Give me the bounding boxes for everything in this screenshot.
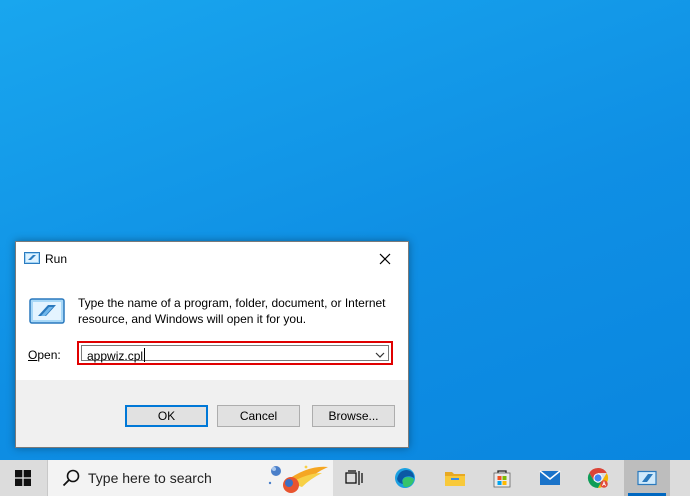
task-view-button[interactable] (335, 460, 373, 496)
run-app-icon (637, 470, 657, 486)
close-icon (379, 253, 391, 264)
edge-browser-icon (395, 468, 415, 488)
windows-logo-icon (15, 470, 31, 486)
ok-button[interactable]: OK (125, 405, 208, 427)
title-bar[interactable]: Run (16, 242, 408, 275)
search-icon (62, 469, 80, 487)
close-button[interactable] (362, 242, 408, 275)
search-placeholder: Type here to search (88, 470, 212, 486)
browse-button[interactable]: Browse... (312, 405, 395, 427)
button-bar: OK Cancel Browse... (16, 380, 408, 447)
dialog-title: Run (45, 252, 68, 266)
run-icon (29, 298, 65, 324)
store-bag-icon (493, 470, 511, 488)
start-button[interactable] (0, 460, 46, 496)
dialog-description: Type the name of a program, folder, docu… (78, 296, 386, 326)
taskbar-store[interactable] (480, 460, 524, 496)
run-dialog: Run Type the name of a program, folder, … (15, 241, 409, 448)
text-caret (144, 348, 146, 362)
task-view-icon (345, 470, 363, 485)
mail-icon (539, 470, 561, 485)
taskbar-search-box[interactable]: Type here to search (47, 460, 333, 496)
run-app-icon (24, 252, 40, 264)
open-combobox[interactable]: appwiz.cpl (77, 341, 393, 365)
taskbar-chrome[interactable] (578, 460, 618, 496)
open-input[interactable]: appwiz.cpl (87, 348, 146, 363)
taskbar-edge[interactable] (385, 460, 425, 496)
taskbar: Type here to search (0, 460, 690, 496)
taskbar-mail[interactable] (530, 460, 570, 496)
taskbar-run-app[interactable] (624, 460, 670, 496)
folder-icon (445, 472, 465, 486)
taskbar-file-explorer[interactable] (435, 460, 475, 496)
cancel-button[interactable]: Cancel (217, 405, 300, 427)
chevron-down-icon[interactable] (374, 350, 386, 360)
open-label: Open: (28, 348, 61, 362)
search-highlight-illustration-icon (268, 465, 328, 493)
chrome-browser-icon (587, 467, 609, 489)
